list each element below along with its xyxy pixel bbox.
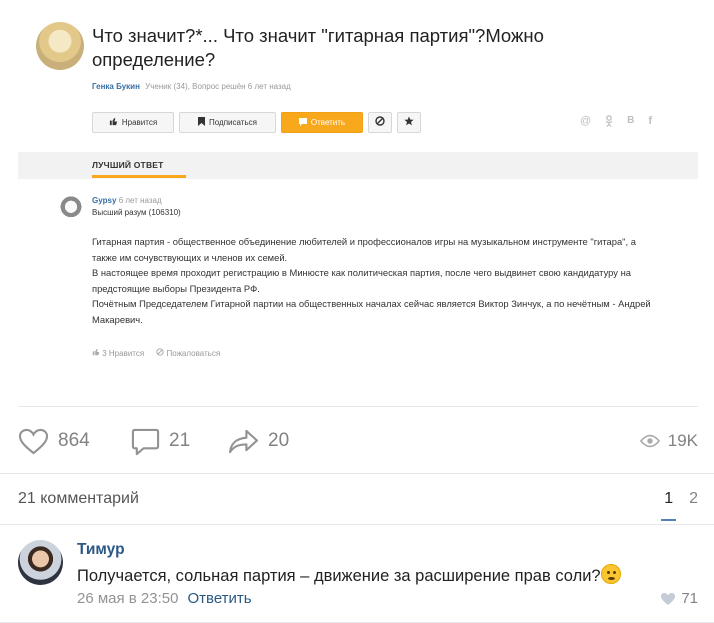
reply-icon bbox=[298, 117, 307, 128]
page-2-link[interactable]: 2 bbox=[689, 490, 698, 508]
heart-icon bbox=[661, 592, 676, 605]
subscribe-button[interactable]: Подписаться bbox=[179, 112, 276, 133]
post-stats: 864 21 20 19K bbox=[0, 407, 714, 473]
comment-footer: 26 мая в 23:50 Ответить bbox=[77, 590, 252, 607]
views-count: 19K bbox=[667, 431, 698, 450]
avatar[interactable] bbox=[18, 540, 63, 585]
thinking-face-emoji-icon bbox=[600, 564, 621, 584]
mail-ru-icon[interactable]: @ bbox=[580, 115, 591, 130]
best-answer-underline bbox=[92, 175, 186, 178]
star-icon bbox=[404, 116, 414, 129]
answer-paragraph: Почётным Председателем Гитарной партии н… bbox=[92, 298, 651, 325]
thumb-up-icon bbox=[109, 117, 118, 128]
answer-body: Гитарная партия - общественное объединен… bbox=[92, 234, 652, 327]
eye-icon bbox=[639, 434, 660, 448]
answer-button-label: Ответить bbox=[310, 118, 346, 127]
comment-item: Тимур Получается, сольная партия – движе… bbox=[0, 526, 714, 623]
thumb-up-icon bbox=[92, 348, 100, 356]
comment-likes-count: 71 bbox=[681, 590, 698, 607]
answer-paragraph: В настоящее время проходит регистрацию в… bbox=[92, 267, 631, 294]
report-icon bbox=[156, 348, 164, 356]
like-button[interactable]: Нравится bbox=[92, 112, 174, 133]
favorite-button[interactable] bbox=[397, 112, 421, 133]
comment-text: Получается, сольная партия – движение за… bbox=[77, 564, 621, 586]
answer-button[interactable]: Ответить bbox=[281, 112, 363, 133]
question-author[interactable]: Генка Букин bbox=[92, 82, 140, 91]
reposts-count: 20 bbox=[268, 430, 290, 451]
report-label: Пожаловаться bbox=[166, 349, 221, 358]
bookmark-icon bbox=[198, 117, 206, 128]
answer-paragraph: Гитарная партия - общественное объединен… bbox=[92, 236, 636, 263]
answer-time: 6 лет назад bbox=[118, 196, 162, 205]
comment-post-button[interactable]: 21 bbox=[131, 426, 190, 456]
answer-author-avatar bbox=[60, 196, 82, 220]
likes-count: 864 bbox=[58, 430, 90, 451]
question-author-avatar bbox=[36, 22, 84, 70]
page-1-link[interactable]: 1 bbox=[661, 490, 676, 521]
comments-pagination: 1 2 bbox=[661, 490, 698, 521]
comment-text-body: Получается, сольная партия – движение за… bbox=[77, 567, 601, 585]
like-button-label: Нравится bbox=[121, 118, 158, 127]
comment-author[interactable]: Тимур bbox=[77, 541, 125, 559]
repost-button[interactable]: 20 bbox=[228, 426, 289, 456]
facebook-icon[interactable]: f bbox=[648, 115, 652, 130]
answer-like-link[interactable]: 3 Нравится bbox=[92, 348, 144, 358]
reply-link[interactable]: Ответить bbox=[187, 590, 251, 607]
comment-like-button[interactable]: 71 bbox=[660, 590, 698, 607]
comment-date[interactable]: 26 мая в 23:50 bbox=[77, 590, 178, 607]
odnoklassniki-icon[interactable] bbox=[605, 115, 613, 130]
block-button[interactable] bbox=[368, 112, 392, 133]
qa-screenshot: Что значит?*... Что значит "гитарная пар… bbox=[0, 0, 714, 405]
heart-icon bbox=[18, 428, 49, 454]
answer-header: Gypsy 6 лет назад bbox=[92, 195, 162, 207]
comment-icon bbox=[131, 428, 160, 455]
share-arrow-icon bbox=[228, 429, 259, 453]
best-answer-label: ЛУЧШИЙ ОТВЕТ bbox=[92, 160, 164, 170]
answer-likes-label: 3 Нравится bbox=[102, 349, 145, 358]
question-meta-text: Ученик (34), Вопрос решён 6 лет назад bbox=[145, 82, 291, 91]
subscribe-button-label: Подписаться bbox=[209, 118, 257, 127]
comments-count-label: 21 комментарий bbox=[18, 490, 139, 507]
question-title: Что значит?*... Что значит "гитарная пар… bbox=[92, 25, 544, 70]
answer-actions: 3 Нравится Пожаловаться bbox=[92, 348, 220, 358]
share-icons: @ B f bbox=[580, 115, 652, 130]
comments-count: 21 bbox=[169, 430, 191, 451]
answer-author-rank: Высший разум (106310) bbox=[92, 208, 181, 217]
answer-author[interactable]: Gypsy bbox=[92, 196, 116, 205]
comments-header: 21 комментарий 1 2 bbox=[0, 473, 714, 525]
question-toolbar: Нравится Подписаться Ответить bbox=[92, 112, 421, 133]
question-meta: Генка Букин Ученик (34), Вопрос решён 6 … bbox=[92, 82, 291, 91]
vk-icon[interactable]: B bbox=[627, 115, 634, 130]
views-counter: 19K bbox=[639, 426, 698, 456]
like-post-button[interactable]: 864 bbox=[18, 426, 90, 456]
block-icon bbox=[375, 116, 385, 129]
report-link[interactable]: Пожаловаться bbox=[156, 348, 220, 358]
